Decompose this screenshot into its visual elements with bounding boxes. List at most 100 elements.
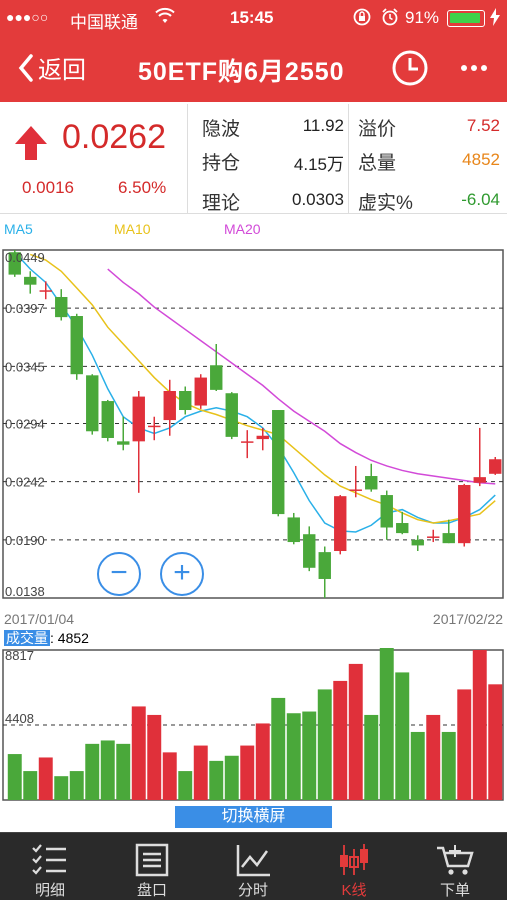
volume-bar bbox=[348, 663, 363, 800]
candle-body bbox=[70, 316, 83, 375]
candle-body bbox=[318, 552, 331, 579]
page-title: 50ETF购6月2550 bbox=[138, 58, 345, 86]
tab-orderbook[interactable]: 盘口 bbox=[102, 833, 202, 900]
open-interest-label: 持仓 bbox=[202, 153, 241, 174]
volume-bar bbox=[131, 706, 146, 800]
chevron-left-icon bbox=[18, 53, 33, 82]
candle-body bbox=[194, 377, 207, 406]
volume-bar bbox=[100, 740, 115, 800]
premium-value: 7.52 bbox=[466, 116, 500, 135]
candle-body bbox=[442, 533, 455, 544]
candlestick-chart[interactable]: 0.0449 0.0397 0.0345 0.0294 0.0242 0.0190 0.01… bbox=[0, 240, 507, 608]
volume-bar bbox=[85, 743, 100, 800]
candle-body bbox=[287, 517, 300, 543]
volume-readout: 成交量: 4852 bbox=[4, 628, 89, 648]
chart-frame bbox=[2, 249, 504, 599]
volume-bar bbox=[54, 776, 69, 800]
volume-bar bbox=[23, 771, 38, 800]
tab-details-label: 明细 bbox=[34, 882, 65, 899]
volume-bar bbox=[193, 745, 208, 800]
candle-body bbox=[411, 539, 424, 546]
ma10-line bbox=[29, 253, 496, 524]
candle-body bbox=[272, 410, 285, 515]
volume-bar bbox=[178, 771, 193, 800]
implied-vol-value: 11.92 bbox=[302, 116, 344, 135]
orderbook-icon bbox=[135, 843, 169, 877]
y-tick-label: 0.0190 bbox=[5, 533, 45, 548]
start-date: 2017/01/04 bbox=[4, 611, 75, 627]
zoom-out-button[interactable]: − bbox=[97, 552, 141, 596]
volume-tick-label: 8817 bbox=[5, 648, 34, 663]
landscape-toggle-button[interactable]: 切换横屏 bbox=[175, 806, 332, 828]
volume-bar bbox=[395, 672, 410, 800]
arrow-up-icon bbox=[15, 126, 47, 160]
volume-bar bbox=[379, 648, 394, 800]
theoretical-label: 理论 bbox=[202, 193, 241, 214]
wifi-icon bbox=[155, 7, 175, 30]
candle-body bbox=[132, 396, 145, 442]
volume-bar bbox=[271, 697, 286, 800]
premium-label: 溢价 bbox=[358, 119, 397, 140]
volume-bar bbox=[38, 757, 53, 800]
more-dots-icon bbox=[461, 65, 487, 71]
y-tick-label: 0.0345 bbox=[5, 359, 45, 374]
candle-body bbox=[241, 441, 254, 443]
volume-bar bbox=[255, 723, 270, 800]
candle-body bbox=[303, 534, 316, 568]
candle-body bbox=[365, 476, 378, 490]
price-summary: 0.0262 0.0016 6.50% bbox=[0, 104, 188, 214]
zoom-in-button[interactable]: + bbox=[160, 552, 204, 596]
date-range: 2017/01/04 2017/02/22 bbox=[0, 609, 507, 629]
column-divider bbox=[348, 104, 349, 214]
candle-body bbox=[380, 495, 393, 528]
candle-body bbox=[163, 390, 176, 421]
volume-label: 成交量 bbox=[4, 630, 50, 646]
more-button[interactable] bbox=[458, 48, 490, 95]
volume-bar bbox=[162, 752, 177, 800]
volume-bar bbox=[69, 771, 84, 800]
nav-bar: 返回 50ETF购6月2550 bbox=[0, 36, 507, 102]
ma20-line bbox=[107, 268, 496, 485]
tab-place-order[interactable]: 下单 bbox=[405, 833, 505, 900]
open-interest-value: 4.15万 bbox=[293, 155, 344, 174]
status-bar: ●●●○○ 中国联通 15:45 91% bbox=[0, 0, 507, 36]
battery-level bbox=[450, 13, 481, 23]
candle-body bbox=[489, 459, 502, 474]
volume-bar bbox=[240, 745, 255, 800]
bottom-tab-bar: 明细 盘口 分时 K线 下单 bbox=[0, 832, 507, 900]
tab-details[interactable]: 明细 bbox=[0, 833, 100, 900]
volume-bar bbox=[286, 713, 301, 800]
candle-body bbox=[117, 441, 130, 445]
clock-time: 15:45 bbox=[230, 8, 274, 27]
y-tick-label: 0.0138 bbox=[5, 584, 45, 599]
total-volume-value: 4852 bbox=[462, 150, 500, 169]
quote-panel: 0.0262 0.0016 6.50% 隐波 11.92 溢价 7.52 持仓 … bbox=[0, 104, 507, 214]
legend-ma10: MA10 bbox=[114, 221, 151, 237]
volume-bar bbox=[7, 754, 22, 800]
back-button[interactable]: 返回 bbox=[18, 50, 86, 85]
app-root: { "status_bar": { "signal": "●●●○○", "ca… bbox=[0, 0, 507, 900]
tab-kline-label: K线 bbox=[341, 882, 367, 899]
time-history-button[interactable] bbox=[390, 48, 430, 93]
tab-kline[interactable]: K线 bbox=[304, 833, 404, 900]
tab-place-order-label: 下单 bbox=[439, 882, 470, 899]
cell-signal-icon: ●●●○○ bbox=[6, 9, 49, 25]
volume-bar bbox=[364, 714, 379, 800]
y-tick-label: 0.0397 bbox=[5, 301, 45, 316]
price-change: 0.0016 bbox=[22, 178, 74, 197]
back-label: 返回 bbox=[38, 57, 86, 84]
volume-chart[interactable]: 8817 4408 bbox=[0, 648, 507, 804]
candle-body bbox=[148, 425, 161, 428]
volume-bar bbox=[441, 731, 456, 800]
volume-bar bbox=[317, 689, 332, 800]
volume-bar bbox=[116, 743, 131, 800]
y-tick-label: 0.0294 bbox=[5, 416, 45, 431]
alarm-icon bbox=[380, 7, 400, 32]
total-volume-label: 总量 bbox=[358, 153, 397, 174]
volume-bar bbox=[209, 760, 224, 800]
price-change-percent: 6.50% bbox=[118, 178, 167, 197]
moneyness-value: -6.04 bbox=[461, 190, 500, 209]
list-check-icon bbox=[32, 844, 66, 875]
volume-value: : 4852 bbox=[50, 630, 89, 646]
tab-intraday[interactable]: 分时 bbox=[203, 833, 303, 900]
